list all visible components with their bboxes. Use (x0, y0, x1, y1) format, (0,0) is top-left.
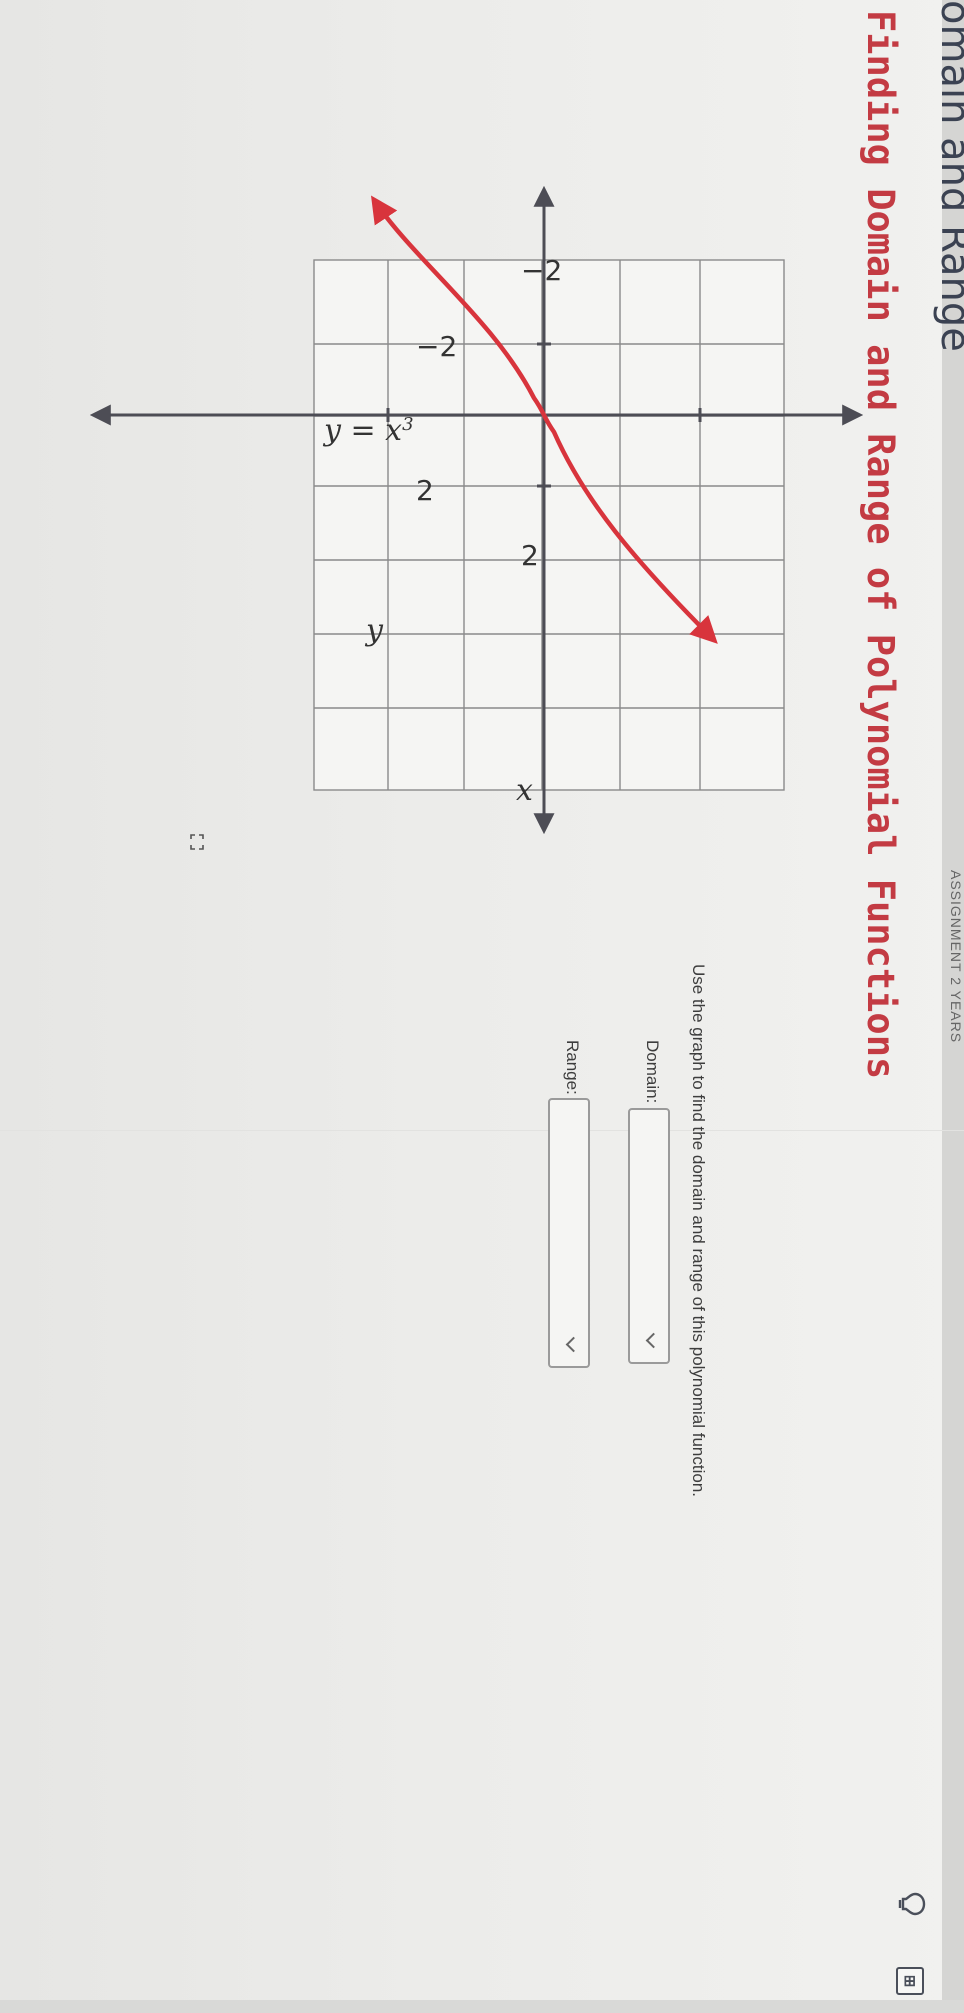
page: omain and Range ASSIGNMENT 2 YEARS Findi… (0, 0, 964, 2013)
edge-strip (0, 2000, 964, 2013)
lightbulb-icon[interactable] (896, 1888, 928, 1920)
domain-select[interactable] (628, 1108, 670, 1364)
calculator-icon[interactable]: ⊞ (896, 1967, 924, 1995)
svg-text:y = x3: y = x3 (322, 413, 414, 448)
range-select[interactable] (548, 1098, 590, 1368)
y-axis-label: y (364, 613, 384, 648)
tick-label-x-neg: −2 (416, 330, 457, 363)
range-label: Range: (563, 1040, 582, 1095)
function-graph: y x y = x3 2 −2 2 −2 (89, 185, 864, 835)
x-axis-label: x (516, 773, 533, 808)
equation-exponent: 3 (402, 414, 413, 435)
grid (313, 259, 785, 791)
chevron-down-icon (645, 1332, 662, 1349)
chevron-down-icon (565, 1336, 582, 1353)
tick-label-x-pos: 2 (416, 474, 434, 507)
tick-label-y-neg: −2 (521, 254, 562, 287)
equation-text: y = x (322, 413, 402, 448)
divider (0, 1130, 964, 1131)
domain-label: Domain: (643, 1040, 662, 1104)
tick-label-y-pos: 2 (521, 539, 539, 572)
expand-icon[interactable] (190, 834, 204, 850)
question-prompt: Use the graph to find the domain and ran… (689, 964, 708, 1498)
equation-label: y = x3 (322, 413, 414, 448)
